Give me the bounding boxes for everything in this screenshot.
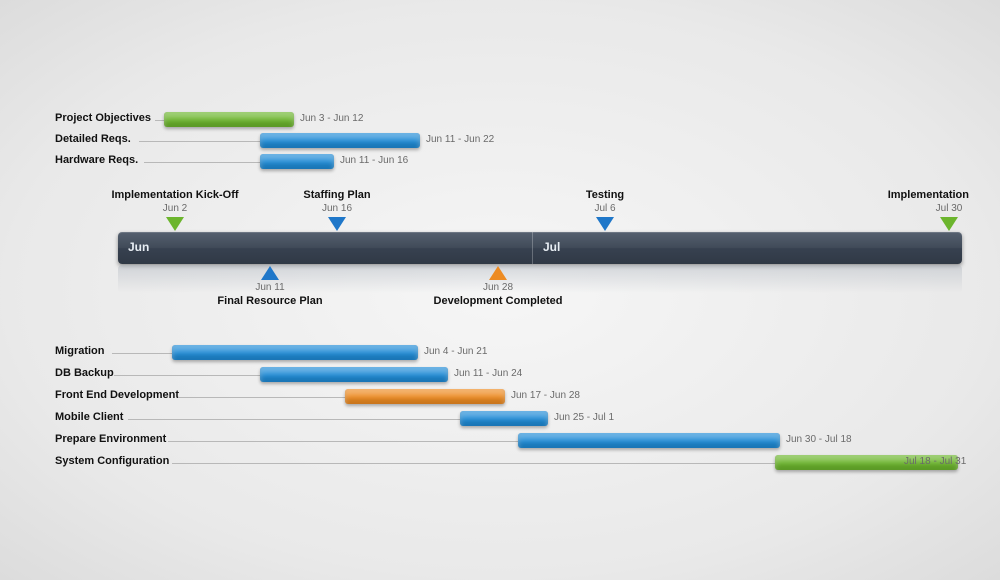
triangle-down-icon (940, 217, 958, 231)
milestone-date: Jun 28 (448, 282, 548, 293)
task-label: Front End Development (55, 389, 179, 401)
task-bar (260, 133, 420, 148)
task-row: DB Backup Jun 11 - Jun 24 (0, 365, 1000, 386)
task-range: Jun 3 - Jun 12 (300, 113, 363, 124)
milestone-name: Testing (505, 189, 705, 201)
task-label: DB Backup (55, 367, 114, 379)
leader-line (172, 463, 776, 464)
task-row: Project Objectives Jun 3 - Jun 12 (0, 110, 1000, 131)
milestone-name: Staffing Plan (237, 189, 437, 201)
task-row: Front End Development Jun 17 - Jun 28 (0, 387, 1000, 408)
task-bar (260, 154, 334, 169)
leader-line (178, 397, 346, 398)
task-bar (164, 112, 294, 127)
task-label: System Configuration (55, 455, 169, 467)
task-bar (460, 411, 548, 426)
task-range: Jun 25 - Jul 1 (554, 412, 614, 423)
task-range: Jun 17 - Jun 28 (511, 390, 580, 401)
milestone-date: Jun 11 (220, 282, 320, 293)
milestone-name: Development Completed (398, 295, 598, 307)
task-range: Jul 18 - Jul 31 (904, 456, 966, 467)
month-label: Jul (543, 240, 560, 254)
task-bar (518, 433, 780, 448)
task-label: Detailed Reqs. (55, 133, 131, 145)
task-bar (172, 345, 418, 360)
milestone-date: Jul 30 (899, 203, 999, 214)
leader-line (168, 441, 519, 442)
triangle-down-icon (328, 217, 346, 231)
leader-line (144, 162, 261, 163)
triangle-up-icon (489, 266, 507, 280)
task-label: Project Objectives (55, 112, 151, 124)
task-label: Migration (55, 345, 105, 357)
timeline-band: Jun Jul (118, 232, 962, 264)
gantt-timeline: { "chart_data": { "type": "bar", "title"… (0, 0, 1000, 580)
triangle-up-icon (261, 266, 279, 280)
task-bar (260, 367, 448, 382)
month-divider (532, 232, 533, 264)
task-range: Jun 4 - Jun 21 (424, 346, 487, 357)
task-row: Migration Jun 4 - Jun 21 (0, 343, 1000, 364)
triangle-down-icon (596, 217, 614, 231)
task-row: Hardware Reqs. Jun 11 - Jun 16 (0, 152, 1000, 173)
milestone-name: Final Resource Plan (170, 295, 370, 307)
leader-line (128, 419, 461, 420)
milestone-date: Jun 2 (125, 203, 225, 214)
milestone-name: Implementation (769, 189, 969, 201)
milestone-date: Jul 6 (555, 203, 655, 214)
triangle-down-icon (166, 217, 184, 231)
task-row: Mobile Client Jun 25 - Jul 1 (0, 409, 1000, 430)
task-label: Mobile Client (55, 411, 123, 423)
task-label: Prepare Environment (55, 433, 166, 445)
leader-line (114, 375, 261, 376)
task-range: Jun 30 - Jul 18 (786, 434, 852, 445)
task-row: Detailed Reqs. Jun 11 - Jun 22 (0, 131, 1000, 152)
milestone-date: Jun 16 (287, 203, 387, 214)
task-bar (345, 389, 505, 404)
leader-line (112, 353, 173, 354)
task-range: Jun 11 - Jun 22 (426, 134, 494, 145)
task-label: Hardware Reqs. (55, 154, 138, 166)
leader-line (139, 141, 261, 142)
task-range: Jun 11 - Jun 24 (454, 368, 522, 379)
month-label: Jun (128, 240, 149, 254)
task-range: Jun 11 - Jun 16 (340, 155, 408, 166)
task-row: Prepare Environment Jun 30 - Jul 18 (0, 431, 1000, 452)
task-row: System Configuration Jul 18 - Jul 31 (0, 453, 1000, 474)
